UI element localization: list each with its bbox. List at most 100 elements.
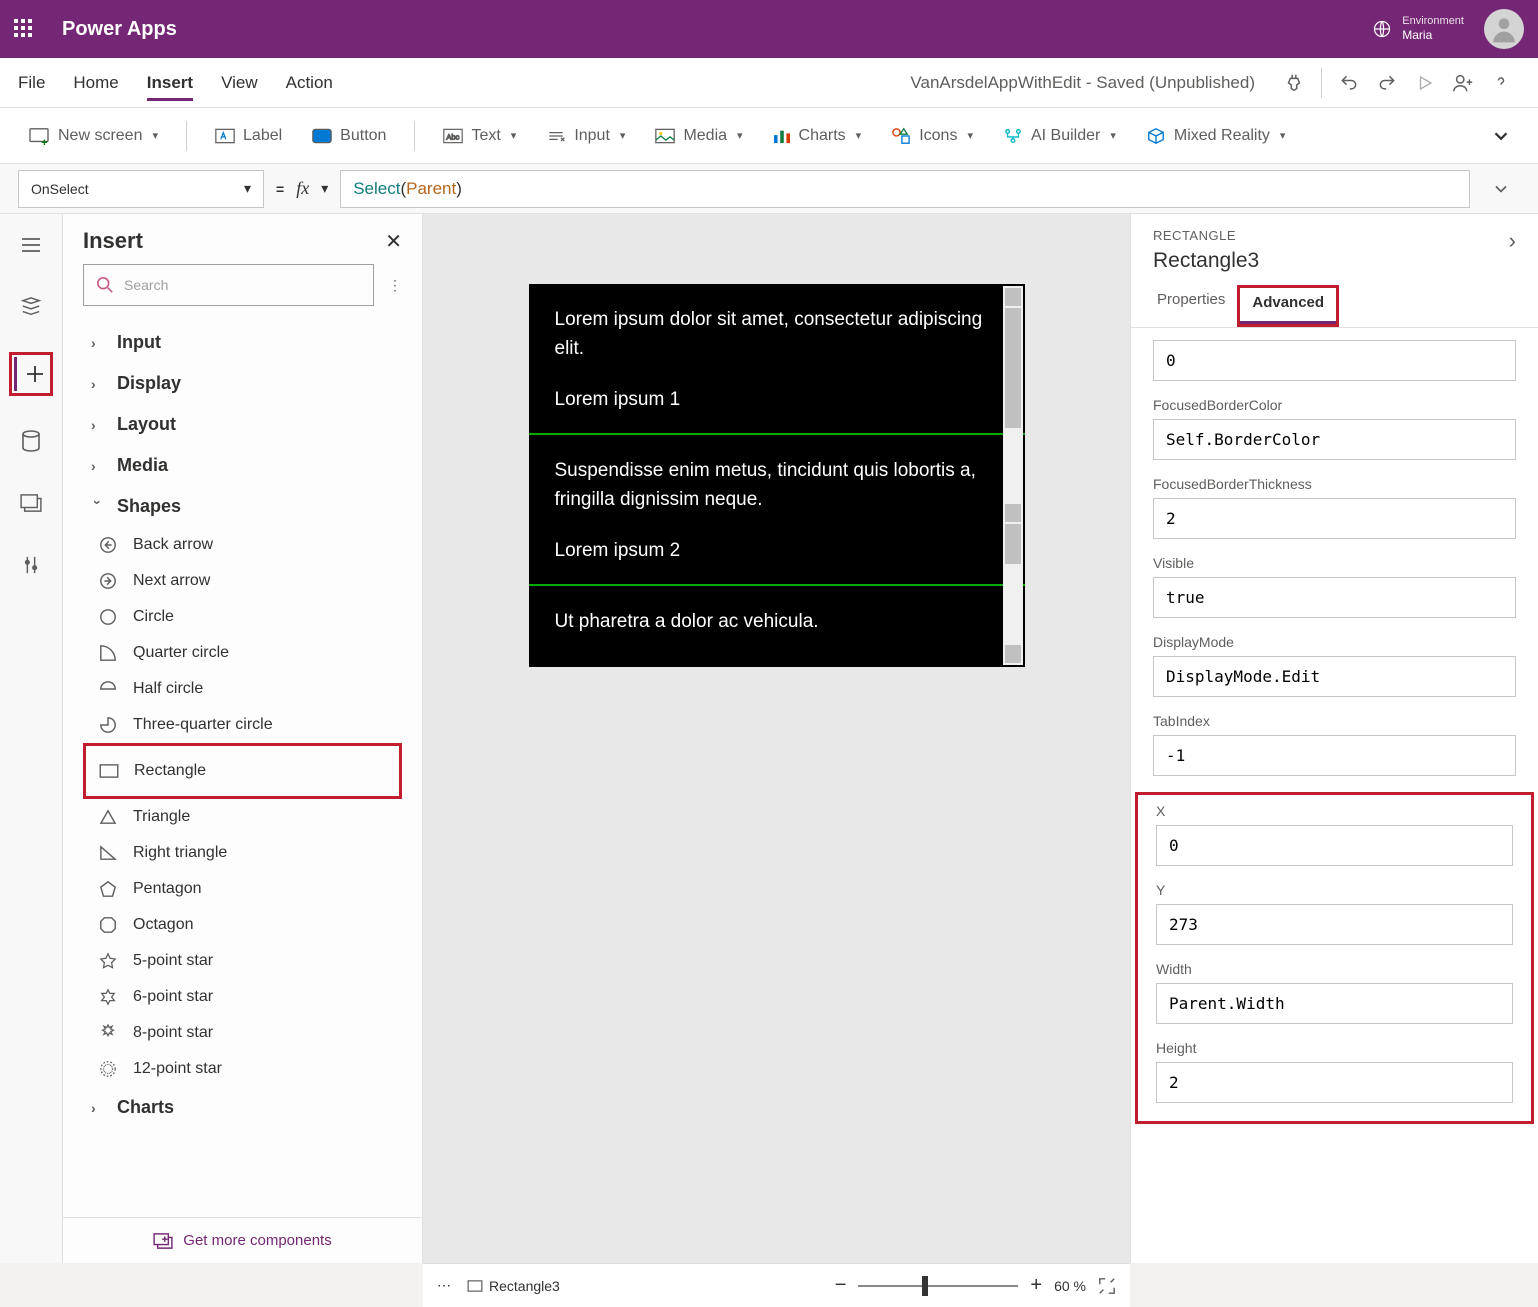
tab-advanced[interactable]: Advanced bbox=[1240, 288, 1336, 324]
button-button[interactable]: Button bbox=[302, 121, 396, 151]
app-canvas[interactable]: Lorem ipsum dolor sit amet, consectetur … bbox=[529, 284, 1025, 667]
environment-picker[interactable]: Environment Maria bbox=[1372, 15, 1464, 43]
menu-file[interactable]: File bbox=[18, 65, 45, 101]
insert-icon[interactable] bbox=[14, 357, 48, 391]
prop-input-tabindex[interactable] bbox=[1153, 735, 1516, 776]
prop-label: Height bbox=[1156, 1040, 1513, 1056]
label-button[interactable]: Label bbox=[205, 121, 292, 151]
tab-properties[interactable]: Properties bbox=[1145, 285, 1237, 327]
waffle-icon[interactable] bbox=[14, 19, 34, 39]
formula-bar: OnSelect ▾ = fx ▾ Select(Parent) bbox=[0, 164, 1538, 214]
category-shapes[interactable]: ›Shapes bbox=[63, 486, 422, 527]
fit-screen-icon[interactable] bbox=[1098, 1277, 1116, 1295]
chevron-down-icon[interactable] bbox=[1482, 125, 1520, 147]
charts-dropdown[interactable]: Charts▾ bbox=[763, 121, 872, 151]
menu-home[interactable]: Home bbox=[73, 65, 118, 101]
canvas-card[interactable]: Ut pharetra a dolor ac vehicula. bbox=[529, 586, 1025, 667]
prop-label: Width bbox=[1156, 961, 1513, 977]
close-icon[interactable]: ✕ bbox=[385, 229, 402, 254]
zoom-in-button[interactable]: + bbox=[1030, 1274, 1042, 1297]
app-title: Power Apps bbox=[62, 18, 177, 41]
canvas-area[interactable]: Lorem ipsum dolor sit amet, consectetur … bbox=[423, 214, 1130, 1263]
chevron-right-icon[interactable]: › bbox=[1509, 228, 1516, 273]
input-dropdown[interactable]: Input▾ bbox=[536, 121, 635, 151]
category-input[interactable]: ›Input bbox=[63, 322, 422, 363]
shape-triangle[interactable]: Triangle bbox=[63, 799, 422, 835]
menu-action[interactable]: Action bbox=[286, 65, 333, 101]
shape-three-quarter-circle[interactable]: Three-quarter circle bbox=[63, 707, 422, 743]
prop-input-focusedbordercolor[interactable] bbox=[1153, 419, 1516, 460]
user-avatar[interactable] bbox=[1484, 9, 1524, 49]
globe-icon bbox=[1372, 19, 1392, 39]
zoom-value: 60 bbox=[1054, 1278, 1070, 1294]
shape-12-point-star[interactable]: 12-point star bbox=[63, 1051, 422, 1087]
shape-rectangle[interactable]: Rectangle bbox=[98, 753, 399, 789]
shape-half-circle[interactable]: Half circle bbox=[63, 671, 422, 707]
category-charts[interactable]: ›Charts bbox=[63, 1087, 422, 1128]
shape-5-point-star[interactable]: 5-point star bbox=[63, 943, 422, 979]
shape-next-arrow[interactable]: Next arrow bbox=[63, 563, 422, 599]
menu-bar: File Home Insert View Action VanArsdelAp… bbox=[0, 58, 1538, 108]
ribbon: New screen▾ Label Button Abc Text▾ Input… bbox=[0, 108, 1538, 164]
prop-input-displaymode[interactable] bbox=[1153, 656, 1516, 697]
text-dropdown[interactable]: Abc Text▾ bbox=[433, 121, 526, 151]
icons-dropdown[interactable]: Icons▾ bbox=[881, 121, 983, 151]
share-icon[interactable] bbox=[1444, 72, 1482, 94]
category-layout[interactable]: ›Layout bbox=[63, 404, 422, 445]
prop-input-width[interactable] bbox=[1156, 983, 1513, 1024]
expand-formula-icon[interactable] bbox=[1482, 179, 1520, 199]
shape-right-triangle[interactable]: Right triangle bbox=[63, 835, 422, 871]
svg-text:Abc: Abc bbox=[447, 132, 460, 141]
shape-octagon[interactable]: Octagon bbox=[63, 907, 422, 943]
category-media[interactable]: ›Media bbox=[63, 445, 422, 486]
formula-input[interactable]: Select(Parent) bbox=[340, 170, 1470, 208]
shape-back-arrow[interactable]: Back arrow bbox=[63, 527, 422, 563]
shape-circle[interactable]: Circle bbox=[63, 599, 422, 635]
media-dropdown[interactable]: Media▾ bbox=[645, 121, 752, 151]
ai-builder-dropdown[interactable]: AI Builder▾ bbox=[993, 121, 1126, 151]
properties-panel: RECTANGLE Rectangle3 › Properties Advanc… bbox=[1130, 214, 1538, 1263]
zoom-slider[interactable] bbox=[858, 1285, 1018, 1287]
prop-label: Y bbox=[1156, 882, 1513, 898]
prop-input-y[interactable] bbox=[1156, 904, 1513, 945]
more-icon[interactable]: ⋮ bbox=[388, 277, 402, 294]
menu-insert[interactable]: Insert bbox=[147, 65, 193, 101]
prop-input-visible[interactable] bbox=[1153, 577, 1516, 618]
prop-label: X bbox=[1156, 803, 1513, 819]
prop-input-x[interactable] bbox=[1156, 825, 1513, 866]
media-panel-icon[interactable] bbox=[14, 486, 48, 520]
menu-view[interactable]: View bbox=[221, 65, 258, 101]
undo-icon[interactable] bbox=[1330, 73, 1368, 93]
canvas-scrollbar[interactable] bbox=[1003, 286, 1023, 665]
prop-input-focusedborderthickness[interactable] bbox=[1153, 498, 1516, 539]
status-bar: ⋯ Rectangle3 − + 60 % bbox=[423, 1263, 1130, 1307]
canvas-card[interactable]: Lorem ipsum dolor sit amet, consectetur … bbox=[529, 284, 1025, 433]
hamburger-icon[interactable] bbox=[14, 228, 48, 262]
search-input[interactable]: Search bbox=[83, 264, 374, 306]
get-more-components[interactable]: Get more components bbox=[63, 1217, 422, 1263]
mixed-reality-dropdown[interactable]: Mixed Reality▾ bbox=[1136, 121, 1296, 151]
app-checker-icon[interactable] bbox=[1275, 72, 1313, 94]
panel-title: Insert bbox=[83, 228, 143, 254]
more-options-icon[interactable]: ⋯ bbox=[437, 1277, 451, 1294]
canvas-card[interactable]: Suspendisse enim metus, tincidunt quis l… bbox=[529, 435, 1025, 584]
zoom-out-button[interactable]: − bbox=[835, 1274, 847, 1297]
play-icon[interactable] bbox=[1406, 74, 1444, 92]
data-icon[interactable] bbox=[14, 424, 48, 458]
document-title: VanArsdelAppWithEdit - Saved (Unpublishe… bbox=[910, 73, 1255, 93]
redo-icon[interactable] bbox=[1368, 73, 1406, 93]
new-screen-button[interactable]: New screen▾ bbox=[18, 121, 168, 151]
breadcrumb[interactable]: Rectangle3 bbox=[467, 1278, 560, 1294]
prop-input-top[interactable] bbox=[1153, 340, 1516, 381]
shape-8-point-star[interactable]: 8-point star bbox=[63, 1015, 422, 1051]
tools-icon[interactable] bbox=[14, 548, 48, 582]
help-icon[interactable] bbox=[1482, 73, 1520, 93]
shape-pentagon[interactable]: Pentagon bbox=[63, 871, 422, 907]
prop-input-height[interactable] bbox=[1156, 1062, 1513, 1103]
shape-6-point-star[interactable]: 6-point star bbox=[63, 979, 422, 1015]
shape-quarter-circle[interactable]: Quarter circle bbox=[63, 635, 422, 671]
tree-view-icon[interactable] bbox=[14, 290, 48, 324]
property-dropdown[interactable]: OnSelect ▾ bbox=[18, 170, 264, 208]
top-bar: Power Apps Environment Maria bbox=[0, 0, 1538, 58]
category-display[interactable]: ›Display bbox=[63, 363, 422, 404]
